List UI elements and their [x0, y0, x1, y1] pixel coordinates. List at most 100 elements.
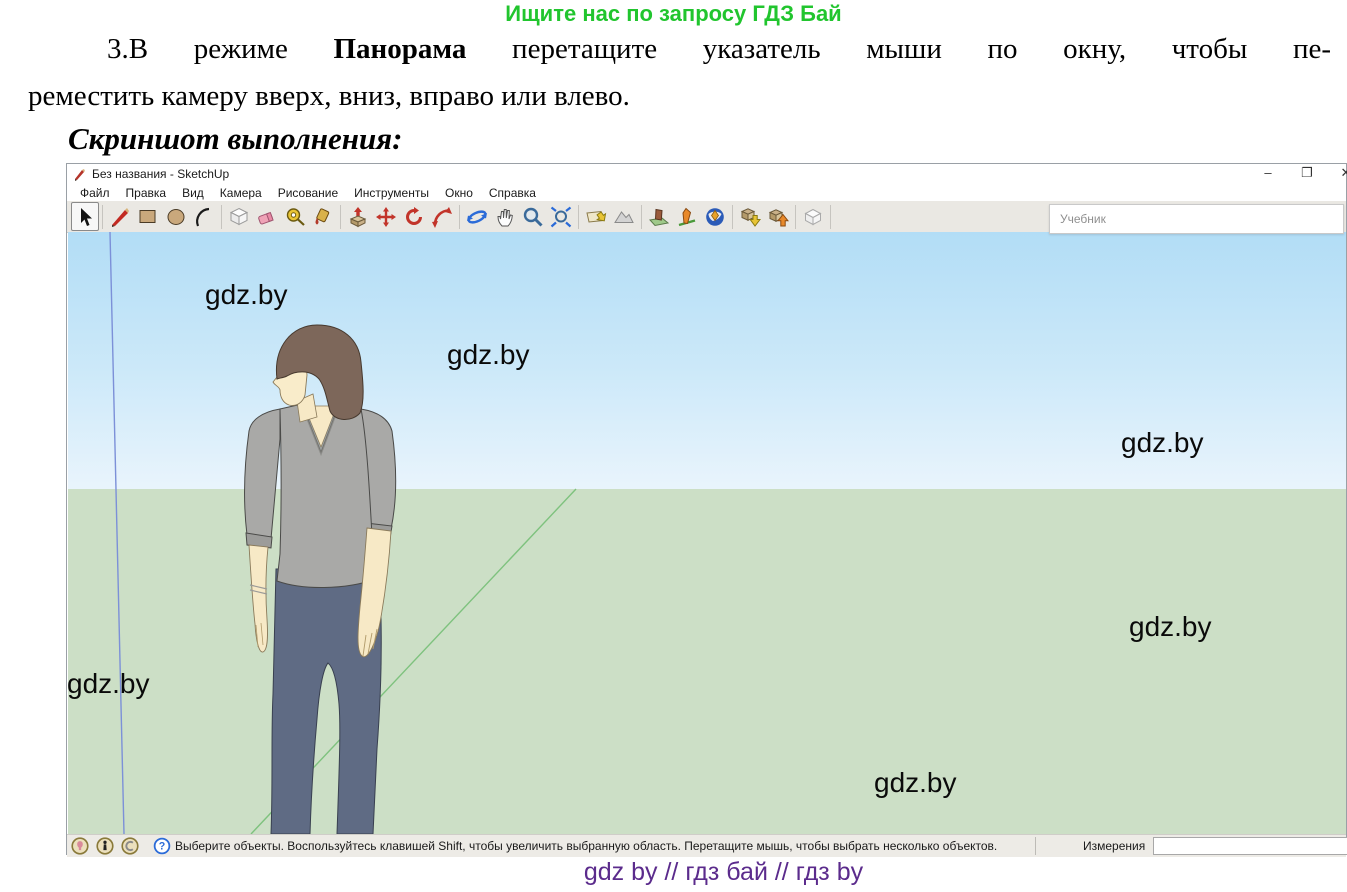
watermark: gdz.by: [1129, 613, 1212, 641]
menu-окно[interactable]: Окно: [437, 186, 481, 200]
google-earth-icon: [704, 206, 726, 228]
push-pull-tool-button[interactable]: [344, 202, 372, 231]
eraser-icon: [256, 206, 278, 228]
credits-badge-icon[interactable]: [121, 837, 139, 855]
zoom-extents-tool-button[interactable]: [547, 202, 575, 231]
orbit-tool-button[interactable]: [463, 202, 491, 231]
toolbar-separator: [459, 205, 460, 229]
toolbar-separator: [102, 205, 103, 229]
page: { "doc": { "green_header": "Ищите нас по…: [0, 0, 1347, 892]
toolbar-separator: [221, 205, 222, 229]
attribution-badge-icon[interactable]: [96, 837, 114, 855]
maximize-button[interactable]: ❐: [1299, 164, 1315, 182]
menu-файл[interactable]: Файл: [72, 186, 118, 200]
get-models-icon: [739, 206, 761, 228]
photo-textures-icon: [648, 206, 670, 228]
watermark: gdz.by: [205, 281, 288, 309]
select-tool-button[interactable]: [71, 202, 99, 231]
ground-plane: [68, 489, 1346, 834]
preview-in-google-earth-tool-button[interactable]: [673, 202, 701, 231]
toolbar-separator: [578, 205, 579, 229]
geolocation-badge-icon[interactable]: [71, 837, 89, 855]
paragraph-line-2: реместить камеру вверх, вниз, вправо или…: [28, 80, 630, 113]
arc-tool-button[interactable]: [190, 202, 218, 231]
component-icon: [802, 206, 824, 228]
make-component-icon: [228, 206, 250, 228]
arc-icon: [193, 206, 215, 228]
rotate-icon: [403, 206, 425, 228]
zoom-extents-icon: [550, 206, 572, 228]
google-earth-tool-button[interactable]: [701, 202, 729, 231]
menu-камера[interactable]: Камера: [212, 186, 270, 200]
paragraph-text: 3.В режиме: [107, 33, 333, 65]
paint-bucket-icon: [312, 206, 334, 228]
minimize-button[interactable]: –: [1260, 164, 1276, 182]
promo-header: Ищите нас по запросу ГДЗ Бай: [0, 1, 1347, 27]
preview-in-google-earth-icon: [676, 206, 698, 228]
component-tool-button[interactable]: [799, 202, 827, 231]
circle-icon: [165, 206, 187, 228]
measurements-input[interactable]: [1153, 837, 1347, 855]
tape-measure-tool-button[interactable]: [281, 202, 309, 231]
menu-рисование[interactable]: Рисование: [270, 186, 346, 200]
watermark: gdz.by: [447, 341, 530, 369]
footer-keywords: gdz by // гдз бай // гдз by: [100, 858, 1347, 887]
paint-bucket-tool-button[interactable]: [309, 202, 337, 231]
menu-bar: ФайлПравкаВидКамераРисованиеИнструментыО…: [67, 184, 1346, 201]
instructor-tray[interactable]: Учебник: [1049, 204, 1344, 234]
make-component-tool-button[interactable]: [225, 202, 253, 231]
rectangle-tool-button[interactable]: [134, 202, 162, 231]
sketchup-window: Без названия - SketchUp – ❐ ✕ ФайлПравкаВи…: [66, 163, 1347, 855]
help-icon[interactable]: ?: [153, 837, 171, 855]
rotate-tool-button[interactable]: [400, 202, 428, 231]
window-title: Без названия - SketchUp: [92, 167, 229, 181]
screenshot-subheading: Скриншот выполнения:: [68, 121, 402, 157]
circle-tool-button[interactable]: [162, 202, 190, 231]
tape-measure-icon: [284, 206, 306, 228]
menu-правка[interactable]: Правка: [118, 186, 175, 200]
toolbar-separator: [830, 205, 831, 229]
watermark: gdz.by: [874, 769, 957, 797]
status-bar: ? Выберите объекты. Воспользуйтесь клави…: [67, 834, 1346, 857]
photo-textures-tool-button[interactable]: [645, 202, 673, 231]
toolbar-separator: [340, 205, 341, 229]
measurements-label: Измерения: [1083, 839, 1145, 853]
paragraph-bold-word: Панорама: [333, 33, 466, 65]
pan-tool-button[interactable]: [491, 202, 519, 231]
watermark: gdz.by: [1121, 429, 1204, 457]
orbit-icon: [466, 206, 488, 228]
status-divider: [1035, 837, 1036, 855]
toggle-terrain-tool-button[interactable]: [610, 202, 638, 231]
menu-вид[interactable]: Вид: [174, 186, 212, 200]
svg-text:?: ?: [159, 841, 166, 853]
pan-icon: [494, 206, 516, 228]
rectangle-icon: [137, 206, 159, 228]
eraser-tool-button[interactable]: [253, 202, 281, 231]
toolbar-separator: [641, 205, 642, 229]
watermark: gdz.by: [67, 670, 150, 698]
zoom-icon: [522, 206, 544, 228]
menu-справка[interactable]: Справка: [481, 186, 544, 200]
zoom-tool-button[interactable]: [519, 202, 547, 231]
paragraph-line-1: 3.В режиме Панорама перетащите указатель…: [107, 33, 1331, 66]
push-pull-icon: [347, 206, 369, 228]
offset-icon: [431, 206, 453, 228]
move-tool-button[interactable]: [372, 202, 400, 231]
menu-инструменты[interactable]: Инструменты: [346, 186, 437, 200]
toolbar-separator: [732, 205, 733, 229]
offset-tool-button[interactable]: [428, 202, 456, 231]
share-model-tool-button[interactable]: [764, 202, 792, 231]
status-message: Выберите объекты. Воспользуйтесь клавише…: [175, 839, 997, 853]
add-location-tool-button[interactable]: [582, 202, 610, 231]
window-titlebar[interactable]: Без названия - SketchUp – ❐ ✕: [67, 164, 1346, 184]
sketchup-pencil-icon: [73, 168, 86, 181]
line-tool-button[interactable]: [106, 202, 134, 231]
select-icon: [74, 206, 96, 228]
toggle-terrain-icon: [613, 206, 635, 228]
add-location-icon: [585, 206, 607, 228]
get-models-tool-button[interactable]: [736, 202, 764, 231]
drawing-viewport[interactable]: [68, 232, 1346, 834]
toolbar-separator: [795, 205, 796, 229]
close-button[interactable]: ✕: [1338, 164, 1347, 182]
share-model-icon: [767, 206, 789, 228]
